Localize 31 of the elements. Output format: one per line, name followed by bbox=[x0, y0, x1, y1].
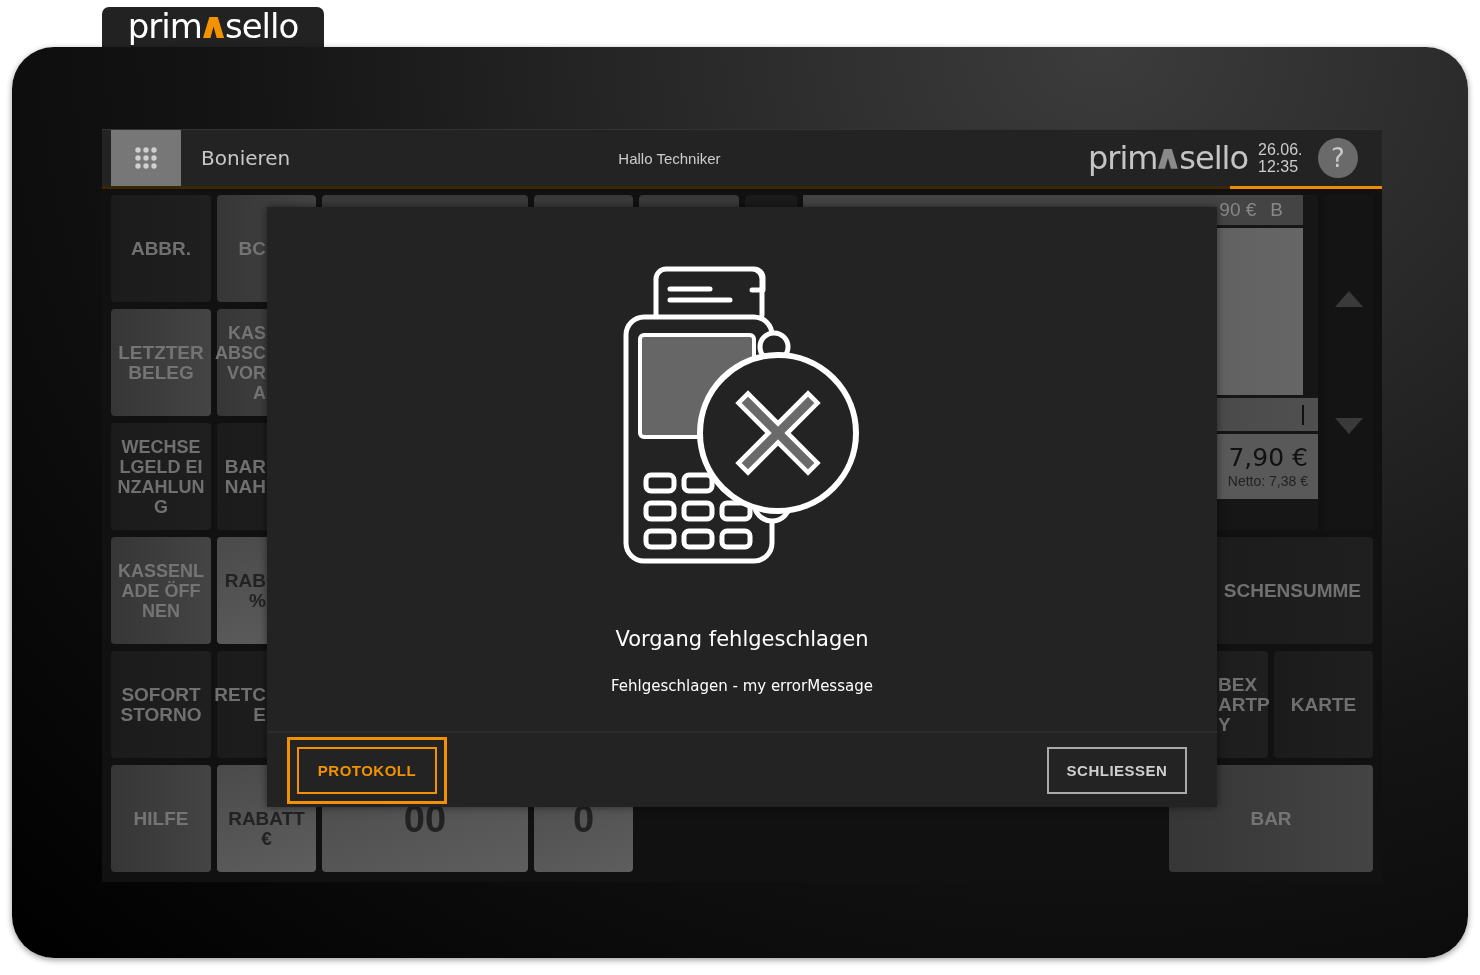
key-button[interactable]: ABBR. bbox=[111, 195, 211, 302]
scroll-up-icon[interactable] bbox=[1334, 290, 1363, 307]
receipt-line-tax: B bbox=[1270, 199, 1283, 221]
dialog-title: Vorgang fehlgeschlagen bbox=[615, 627, 869, 651]
key-button[interactable]: WECHSELGELD EINZAHLUNG bbox=[111, 423, 211, 530]
logo-text: prim bbox=[1087, 142, 1158, 174]
dialog-button[interactable]: PROTOKOLL bbox=[297, 746, 437, 794]
logo-mark-icon bbox=[1158, 149, 1179, 169]
logo-text: sello bbox=[1179, 142, 1248, 174]
logo-text: prim bbox=[127, 9, 202, 43]
dialog-button[interactable]: SCHLIESSEN bbox=[1047, 746, 1187, 794]
key-button[interactable]: HILFE bbox=[111, 765, 211, 872]
net-amount: Netto: 7,38 € bbox=[1227, 471, 1308, 490]
grid-dots-icon bbox=[135, 147, 157, 169]
date-text: 26.06. bbox=[1258, 141, 1304, 158]
logo-mark-icon bbox=[202, 16, 224, 38]
screen-title: Bonieren bbox=[201, 146, 292, 170]
key-button[interactable]: SOFORT STORNO bbox=[111, 651, 211, 758]
help-button[interactable]: ? bbox=[1318, 138, 1358, 178]
total-amount: 7,90 € bbox=[1228, 443, 1308, 472]
receipt-line-price: 90 € bbox=[1219, 199, 1257, 221]
key-button[interactable]: KARTE bbox=[1274, 651, 1373, 758]
key-button[interactable]: BAR bbox=[1169, 765, 1373, 872]
key-button[interactable]: LETZTER BELEG bbox=[111, 309, 211, 416]
dialog-message: Fehlgeschlagen - my errorMessage bbox=[611, 677, 873, 695]
payment-terminal-error-icon bbox=[622, 265, 862, 565]
app-menu-button[interactable] bbox=[111, 130, 181, 186]
greeting-text: Hallo Techniker bbox=[617, 149, 722, 167]
logo-text: sello bbox=[224, 9, 299, 43]
scroll-down-icon[interactable] bbox=[1334, 418, 1363, 435]
time-text: 12:35 bbox=[1258, 158, 1300, 175]
